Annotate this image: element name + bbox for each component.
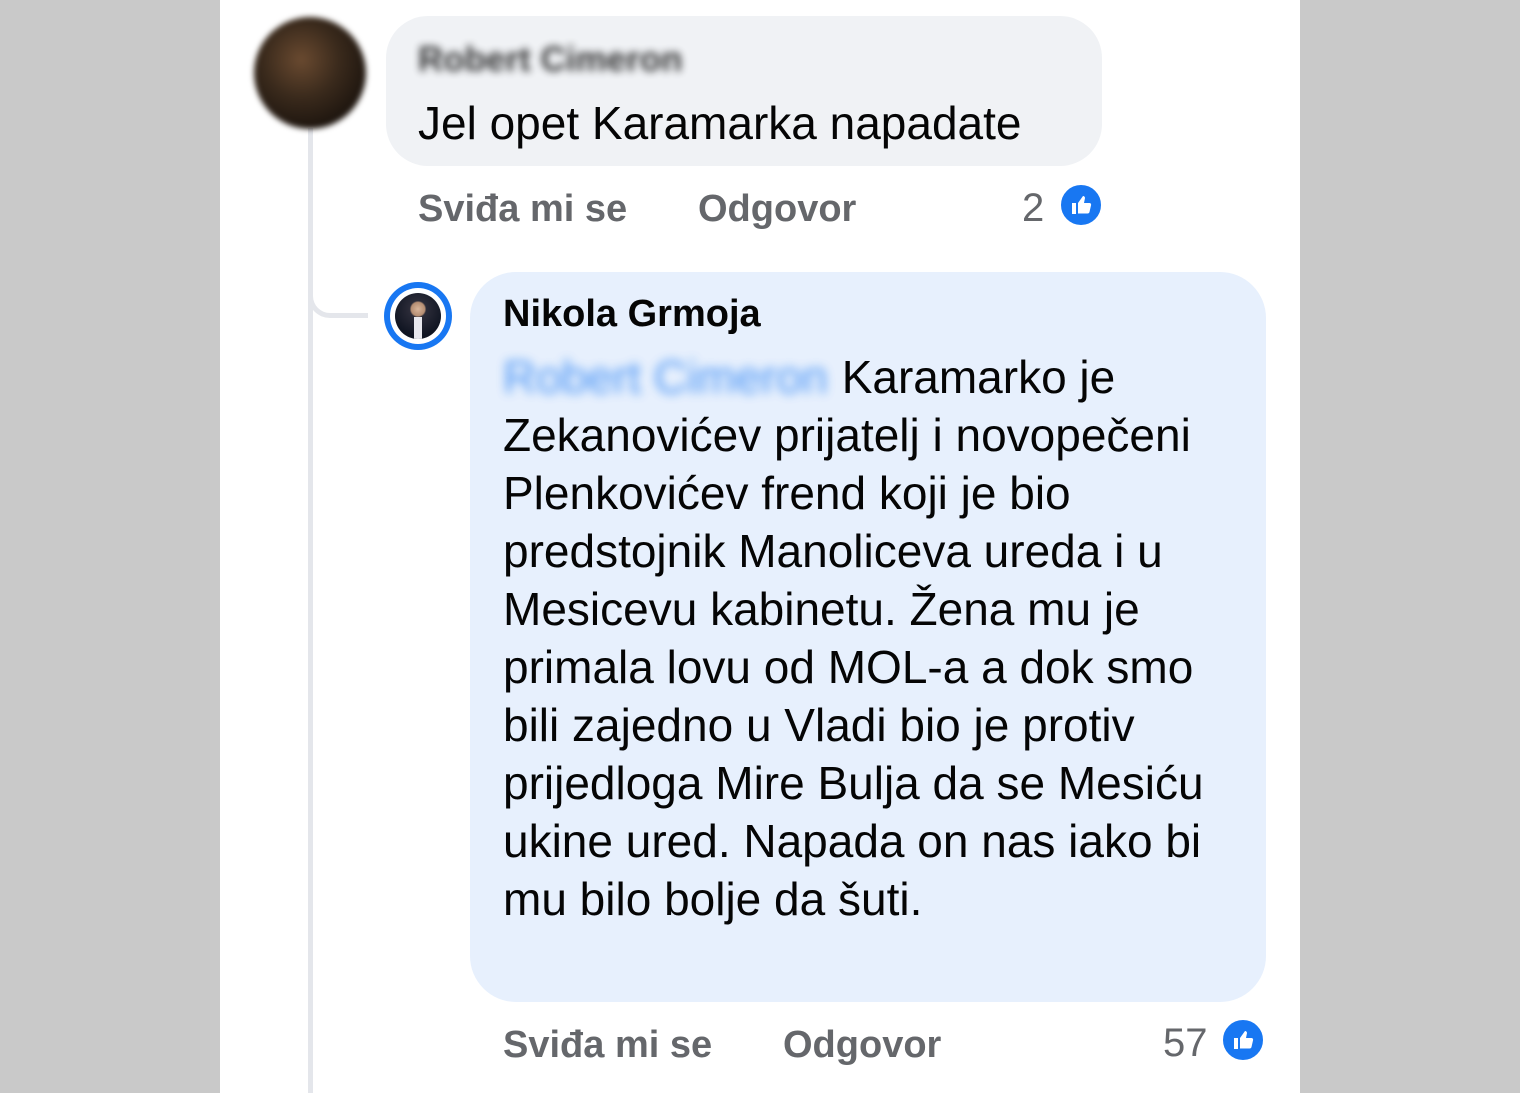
avatar-photo (395, 293, 441, 339)
like-button[interactable]: Sviđa mi se (503, 1024, 712, 1067)
comment-text: Jel opet Karamarka napadate (418, 97, 1022, 149)
reaction-count[interactable]: 2 (1022, 186, 1044, 231)
thumbs-up-icon[interactable] (1058, 182, 1104, 228)
thumbs-up-icon[interactable] (1220, 1017, 1266, 1063)
reply-text-block: Robert Cimeron Karamarko je Zekanovićev p… (503, 348, 1253, 928)
comment-author-blurred[interactable]: Robert Cimeron (418, 40, 682, 80)
comment-author[interactable]: Nikola Grmoja (503, 293, 761, 336)
reaction-count[interactable]: 57 (1163, 1021, 1208, 1066)
reply-text: Karamarko je Zekanovićev prijatelj i nov… (503, 351, 1204, 925)
avatar[interactable] (384, 282, 452, 350)
thread-connector (308, 250, 368, 318)
reply-button[interactable]: Odgovor (783, 1024, 941, 1067)
mention-link[interactable]: Robert Cimeron (503, 348, 828, 406)
reply-button[interactable]: Odgovor (698, 188, 856, 231)
like-button[interactable]: Sviđa mi se (418, 188, 627, 231)
avatar[interactable] (254, 17, 366, 129)
